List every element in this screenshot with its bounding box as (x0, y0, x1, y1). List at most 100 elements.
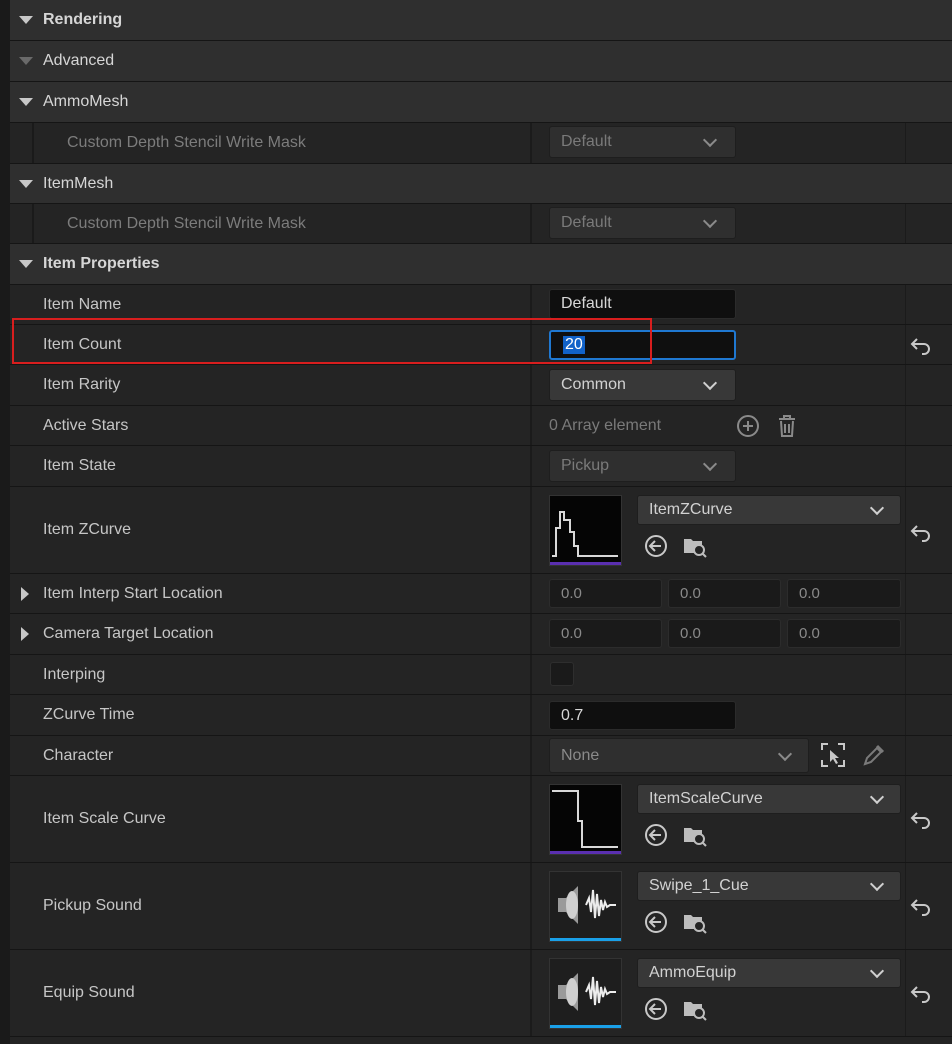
chevron-down-icon (702, 213, 718, 229)
pick-actor-from-scene-icon[interactable] (820, 742, 846, 768)
column-divider[interactable] (530, 325, 532, 364)
reset-to-default-icon[interactable] (910, 896, 932, 916)
scale-curve-asset-dropdown[interactable]: ItemScaleCurve (637, 784, 901, 814)
column-divider (905, 655, 906, 694)
stencil-mask-dropdown[interactable]: Default (549, 126, 736, 158)
vector-x-field[interactable]: 0.0 (549, 579, 662, 608)
input-value: 0.7 (561, 706, 584, 724)
category-rendering[interactable]: Rendering (10, 0, 952, 41)
browse-asset-icon[interactable] (682, 822, 708, 848)
item-name-input[interactable]: Default (549, 289, 736, 319)
property-label: Character (43, 746, 114, 764)
collapse-arrow-icon[interactable] (19, 260, 33, 268)
property-row-item-zcurve: Item ZCurve ItemZCurve (10, 487, 952, 574)
property-row-item-count: Item Count 20 (10, 325, 952, 365)
column-divider[interactable] (530, 574, 532, 613)
property-row-item-stencil: Custom Depth Stencil Write Mask Default (10, 204, 952, 244)
column-divider[interactable] (530, 204, 532, 243)
column-divider[interactable] (530, 736, 532, 775)
input-value: Default (561, 295, 612, 312)
curve-thumbnail[interactable] (549, 495, 622, 566)
column-divider[interactable] (530, 695, 532, 735)
property-label: Equip Sound (43, 984, 135, 1001)
vector-z-field[interactable]: 0.0 (787, 579, 901, 608)
pickup-sound-asset-dropdown[interactable]: Swipe_1_Cue (637, 871, 901, 901)
sound-thumbnail[interactable] (549, 958, 622, 1029)
browse-asset-icon[interactable] (682, 533, 708, 559)
trash-icon[interactable] (774, 413, 800, 439)
item-state-dropdown[interactable]: Pickup (549, 450, 736, 482)
column-divider[interactable] (530, 285, 532, 324)
browse-asset-icon[interactable] (682, 909, 708, 935)
details-panel: Rendering Advanced AmmoMesh Custom Depth… (10, 0, 952, 1044)
chevron-down-icon (702, 456, 718, 472)
column-divider[interactable] (530, 863, 532, 949)
stencil-mask-dropdown[interactable]: Default (549, 207, 736, 239)
property-label: Camera Target Location (43, 625, 214, 642)
collapse-arrow-icon[interactable] (19, 180, 33, 188)
property-row-pickup-sound: Pickup Sound Swipe_1_Cue (10, 863, 952, 950)
property-label: Pickup Sound (43, 897, 142, 914)
category-label: ItemMesh (43, 174, 114, 192)
vector-y-field[interactable]: 0.0 (668, 579, 781, 608)
category-ammo-mesh[interactable]: AmmoMesh (10, 82, 952, 123)
category-advanced[interactable]: Advanced (10, 41, 952, 82)
add-element-icon[interactable] (735, 413, 761, 439)
vector-z-field[interactable]: 0.0 (787, 619, 901, 648)
use-selected-asset-icon[interactable] (643, 533, 669, 559)
zcurve-asset-dropdown[interactable]: ItemZCurve (637, 495, 901, 525)
dropdown-value: Default (561, 214, 612, 231)
category-item-mesh[interactable]: ItemMesh (10, 164, 952, 204)
curve-thumbnail[interactable] (549, 784, 622, 855)
use-selected-asset-icon[interactable] (643, 909, 669, 935)
vector-y-field[interactable]: 0.0 (668, 619, 781, 648)
column-divider (905, 446, 906, 486)
array-count-text: 0 Array element (549, 417, 662, 434)
character-actor-dropdown[interactable]: None (549, 738, 809, 773)
property-row-item-interp-start-location: Item Interp Start Location 0.0 0.0 0.0 (10, 574, 952, 614)
property-label: Item Scale Curve (43, 810, 166, 827)
item-rarity-dropdown[interactable]: Common (549, 369, 736, 401)
column-divider[interactable] (530, 655, 532, 694)
property-label: Active Stars (43, 416, 129, 434)
column-divider[interactable] (530, 406, 532, 445)
column-divider (905, 406, 906, 445)
expand-arrow-icon[interactable] (21, 627, 29, 641)
chevron-down-icon (777, 746, 793, 761)
property-row-equip-sound: Equip Sound AmmoEquip (10, 950, 952, 1037)
column-divider[interactable] (530, 950, 532, 1036)
browse-asset-icon[interactable] (682, 996, 708, 1022)
zcurve-time-input[interactable]: 0.7 (549, 701, 736, 730)
collapse-arrow-icon[interactable] (19, 57, 33, 65)
column-divider[interactable] (530, 365, 532, 405)
reset-to-default-icon[interactable] (910, 335, 932, 355)
eyedropper-icon[interactable] (861, 742, 887, 768)
column-divider (905, 695, 906, 735)
use-selected-asset-icon[interactable] (643, 822, 669, 848)
column-divider[interactable] (530, 446, 532, 486)
vector-x-field[interactable]: 0.0 (549, 619, 662, 648)
column-divider[interactable] (530, 614, 532, 654)
use-selected-asset-icon[interactable] (643, 996, 669, 1022)
field-value: 0.0 (680, 585, 701, 602)
collapse-arrow-icon[interactable] (19, 98, 33, 106)
reset-to-default-icon[interactable] (910, 522, 932, 542)
chevron-down-icon (869, 876, 885, 892)
category-item-properties[interactable]: Item Properties (10, 244, 952, 285)
category-label: Advanced (43, 52, 115, 69)
field-value: 0.0 (561, 625, 582, 642)
dropdown-value: ItemZCurve (649, 501, 733, 518)
reset-to-default-icon[interactable] (910, 983, 932, 1003)
item-count-input[interactable]: 20 (549, 330, 736, 360)
equip-sound-asset-dropdown[interactable]: AmmoEquip (637, 958, 901, 988)
column-divider[interactable] (530, 776, 532, 862)
column-divider (905, 365, 906, 405)
column-divider[interactable] (530, 123, 532, 163)
interping-checkbox[interactable] (550, 662, 574, 686)
dropdown-value: Swipe_1_Cue (649, 877, 749, 894)
sound-thumbnail[interactable] (549, 871, 622, 942)
column-divider[interactable] (530, 487, 532, 573)
reset-to-default-icon[interactable] (910, 809, 932, 829)
collapse-arrow-icon[interactable] (19, 16, 33, 24)
expand-arrow-icon[interactable] (21, 587, 29, 601)
